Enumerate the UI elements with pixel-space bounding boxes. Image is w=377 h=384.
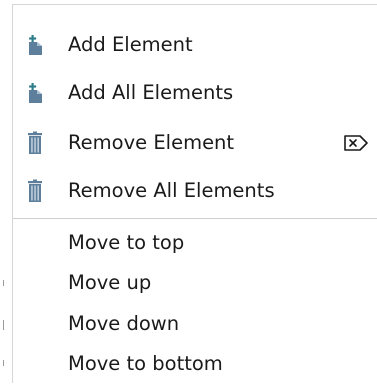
add-element-icon [23,33,47,57]
menu-item-label: Move up [68,271,152,294]
menu-item-label: Add All Elements [68,81,234,104]
context-menu: Add Element Add All Elements Remove Elem [12,4,377,383]
menu-item-label: Add Element [68,33,193,56]
menu-item-label: Move down [68,312,180,335]
menu-item-add-element[interactable]: Add Element [13,25,377,65]
menu-item-move-to-top[interactable]: Move to top [13,223,377,263]
menu-item-label: Move to top [68,231,185,254]
menu-separator [13,218,377,219]
menu-item-move-to-bottom[interactable]: Move to bottom [13,344,377,384]
trash-icon [23,131,47,155]
menu-item-remove-element[interactable]: Remove Element [13,123,377,163]
menu-item-label: Move to bottom [68,352,223,375]
background-edge-mark [3,360,4,366]
menu-item-remove-all-elements[interactable]: Remove All Elements [13,171,377,211]
background-edge-mark [3,320,4,330]
add-all-elements-icon [23,81,47,105]
background-edge-mark [3,280,4,286]
menu-item-move-down[interactable]: Move down [13,304,377,344]
delete-key-icon [343,133,369,153]
menu-item-label: Remove Element [68,131,235,154]
menu-item-label: Remove All Elements [68,179,275,202]
trash-icon [23,179,47,203]
menu-item-add-all-elements[interactable]: Add All Elements [13,73,377,113]
menu-item-move-up[interactable]: Move up [13,263,377,303]
